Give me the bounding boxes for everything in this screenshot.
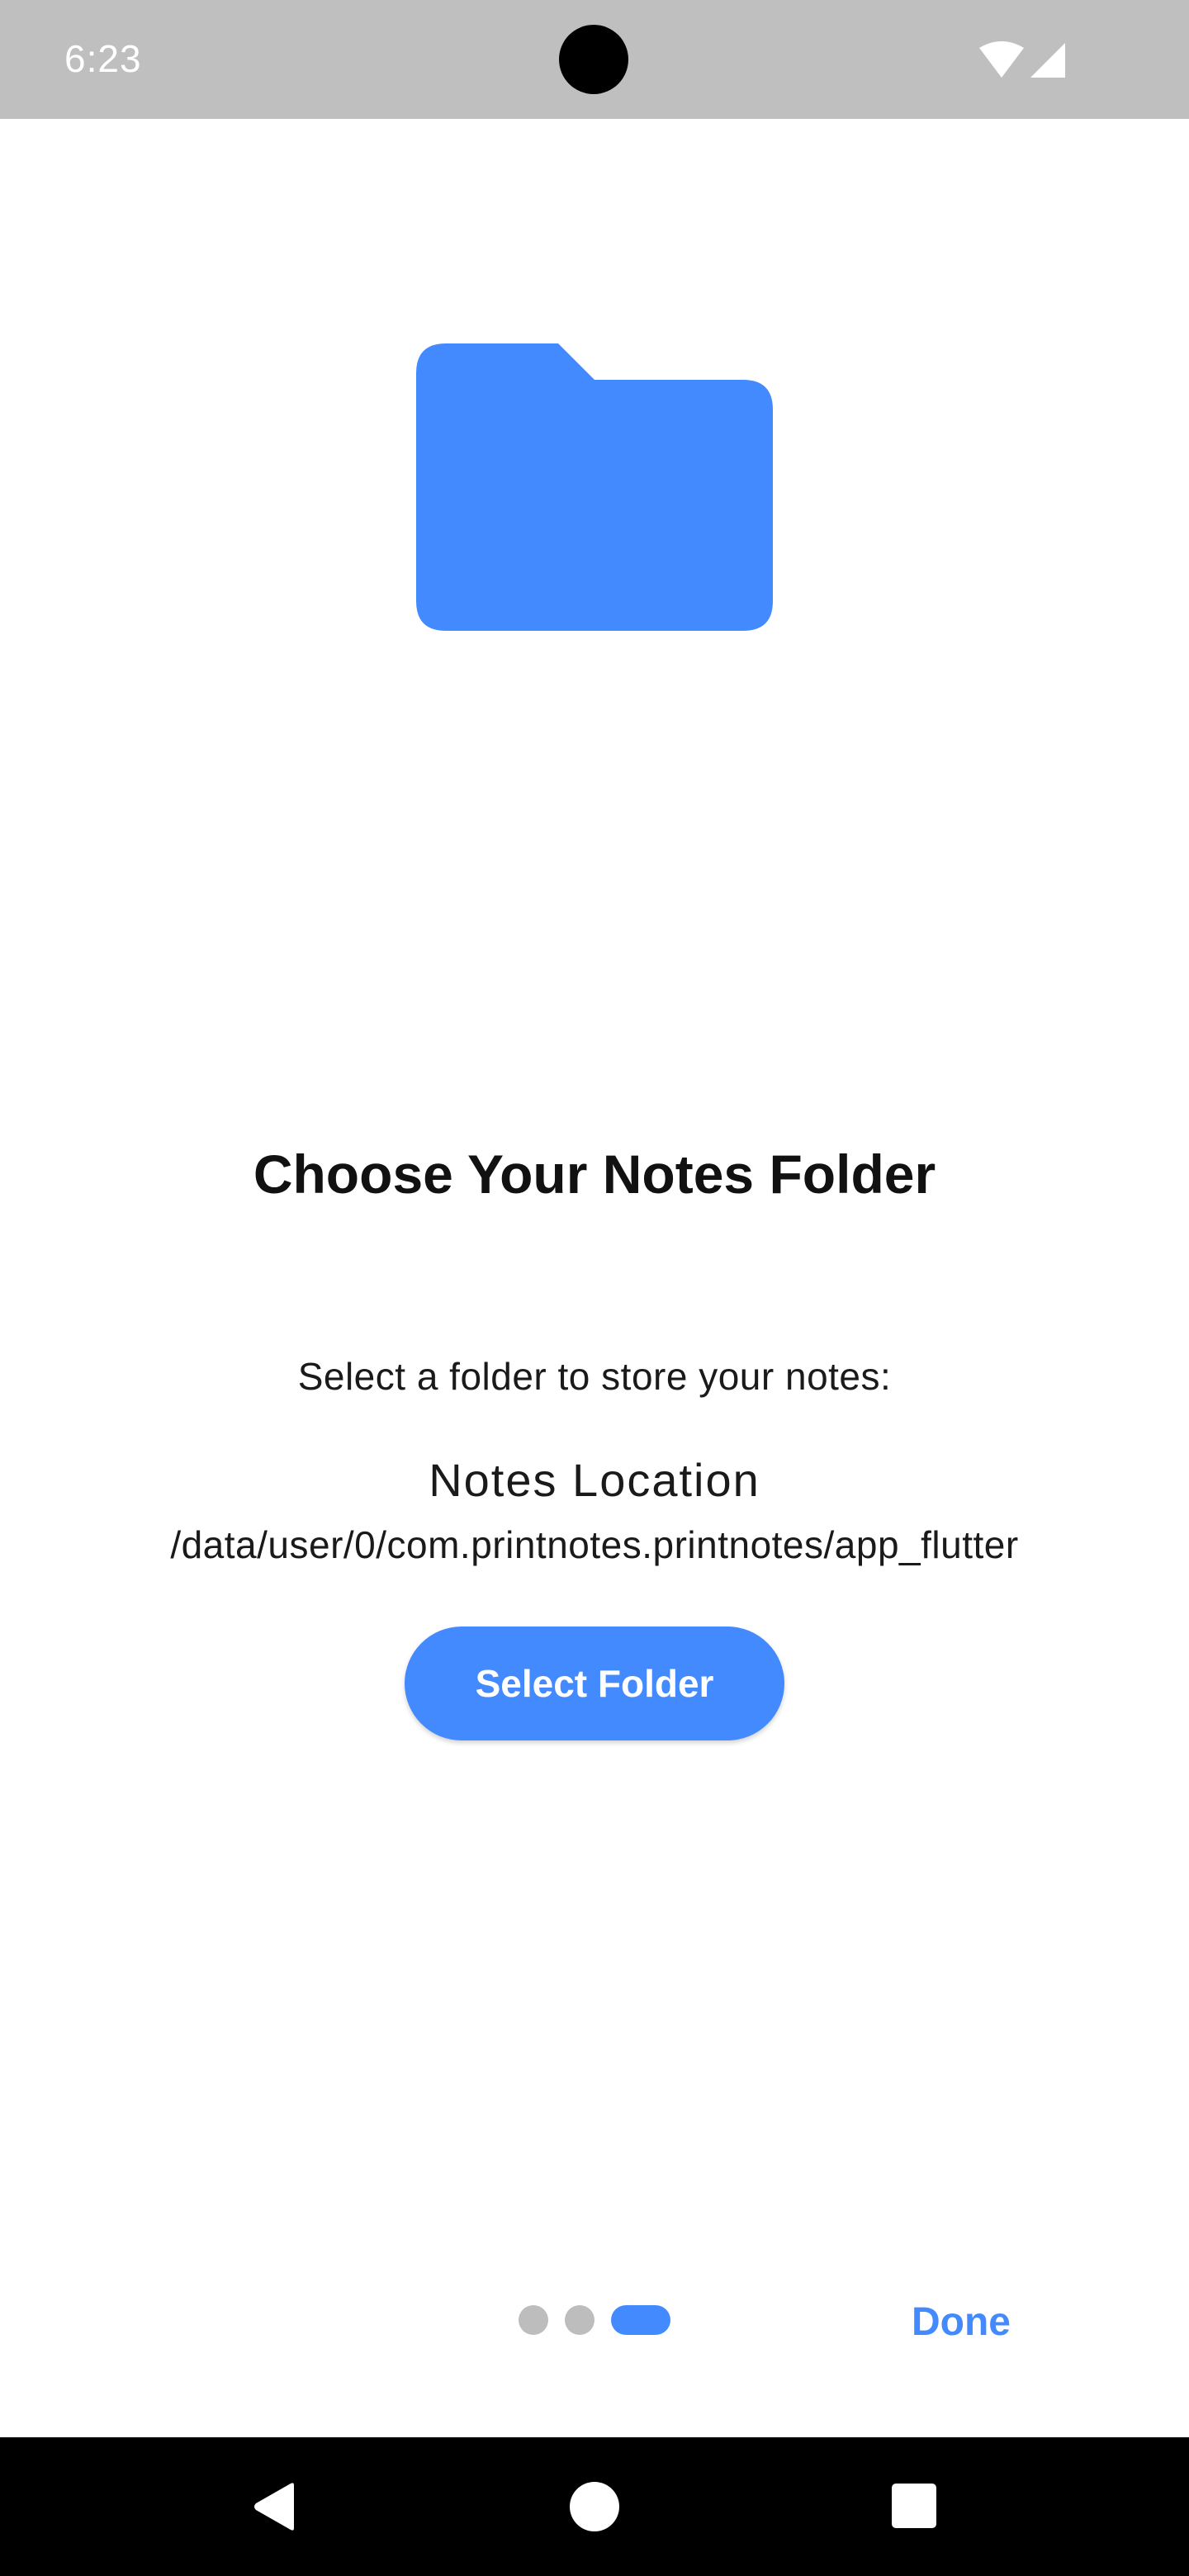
select-folder-button[interactable]: Select Folder: [405, 1627, 784, 1740]
page-subtitle: Select a folder to store your notes:: [297, 1355, 892, 1398]
recents-icon[interactable]: [890, 2482, 938, 2530]
notes-location-label: Notes Location: [429, 1454, 760, 1506]
back-icon[interactable]: [248, 2480, 301, 2533]
page-dot-active: [611, 2305, 670, 2335]
page-dot-2: [565, 2305, 594, 2335]
page-title: Choose Your Notes Folder: [253, 1144, 936, 1205]
navigation-bar: [0, 2437, 1189, 2576]
cellular-signal-icon: [1030, 43, 1065, 78]
done-button[interactable]: Done: [888, 2287, 1034, 2356]
camera-cutout: [559, 25, 628, 94]
home-icon[interactable]: [568, 2480, 621, 2533]
folder-icon: [416, 343, 773, 631]
status-bar: 6:23: [0, 0, 1189, 119]
wifi-icon: [979, 41, 1024, 78]
status-time: 6:23: [64, 37, 142, 80]
onboarding-screen: 6:23 Choose Your Notes Folder Select a f…: [0, 0, 1189, 2576]
notes-location-path: /data/user/0/com.printnotes.printnotes/a…: [170, 1523, 1019, 1566]
page-dot-1: [519, 2305, 548, 2335]
